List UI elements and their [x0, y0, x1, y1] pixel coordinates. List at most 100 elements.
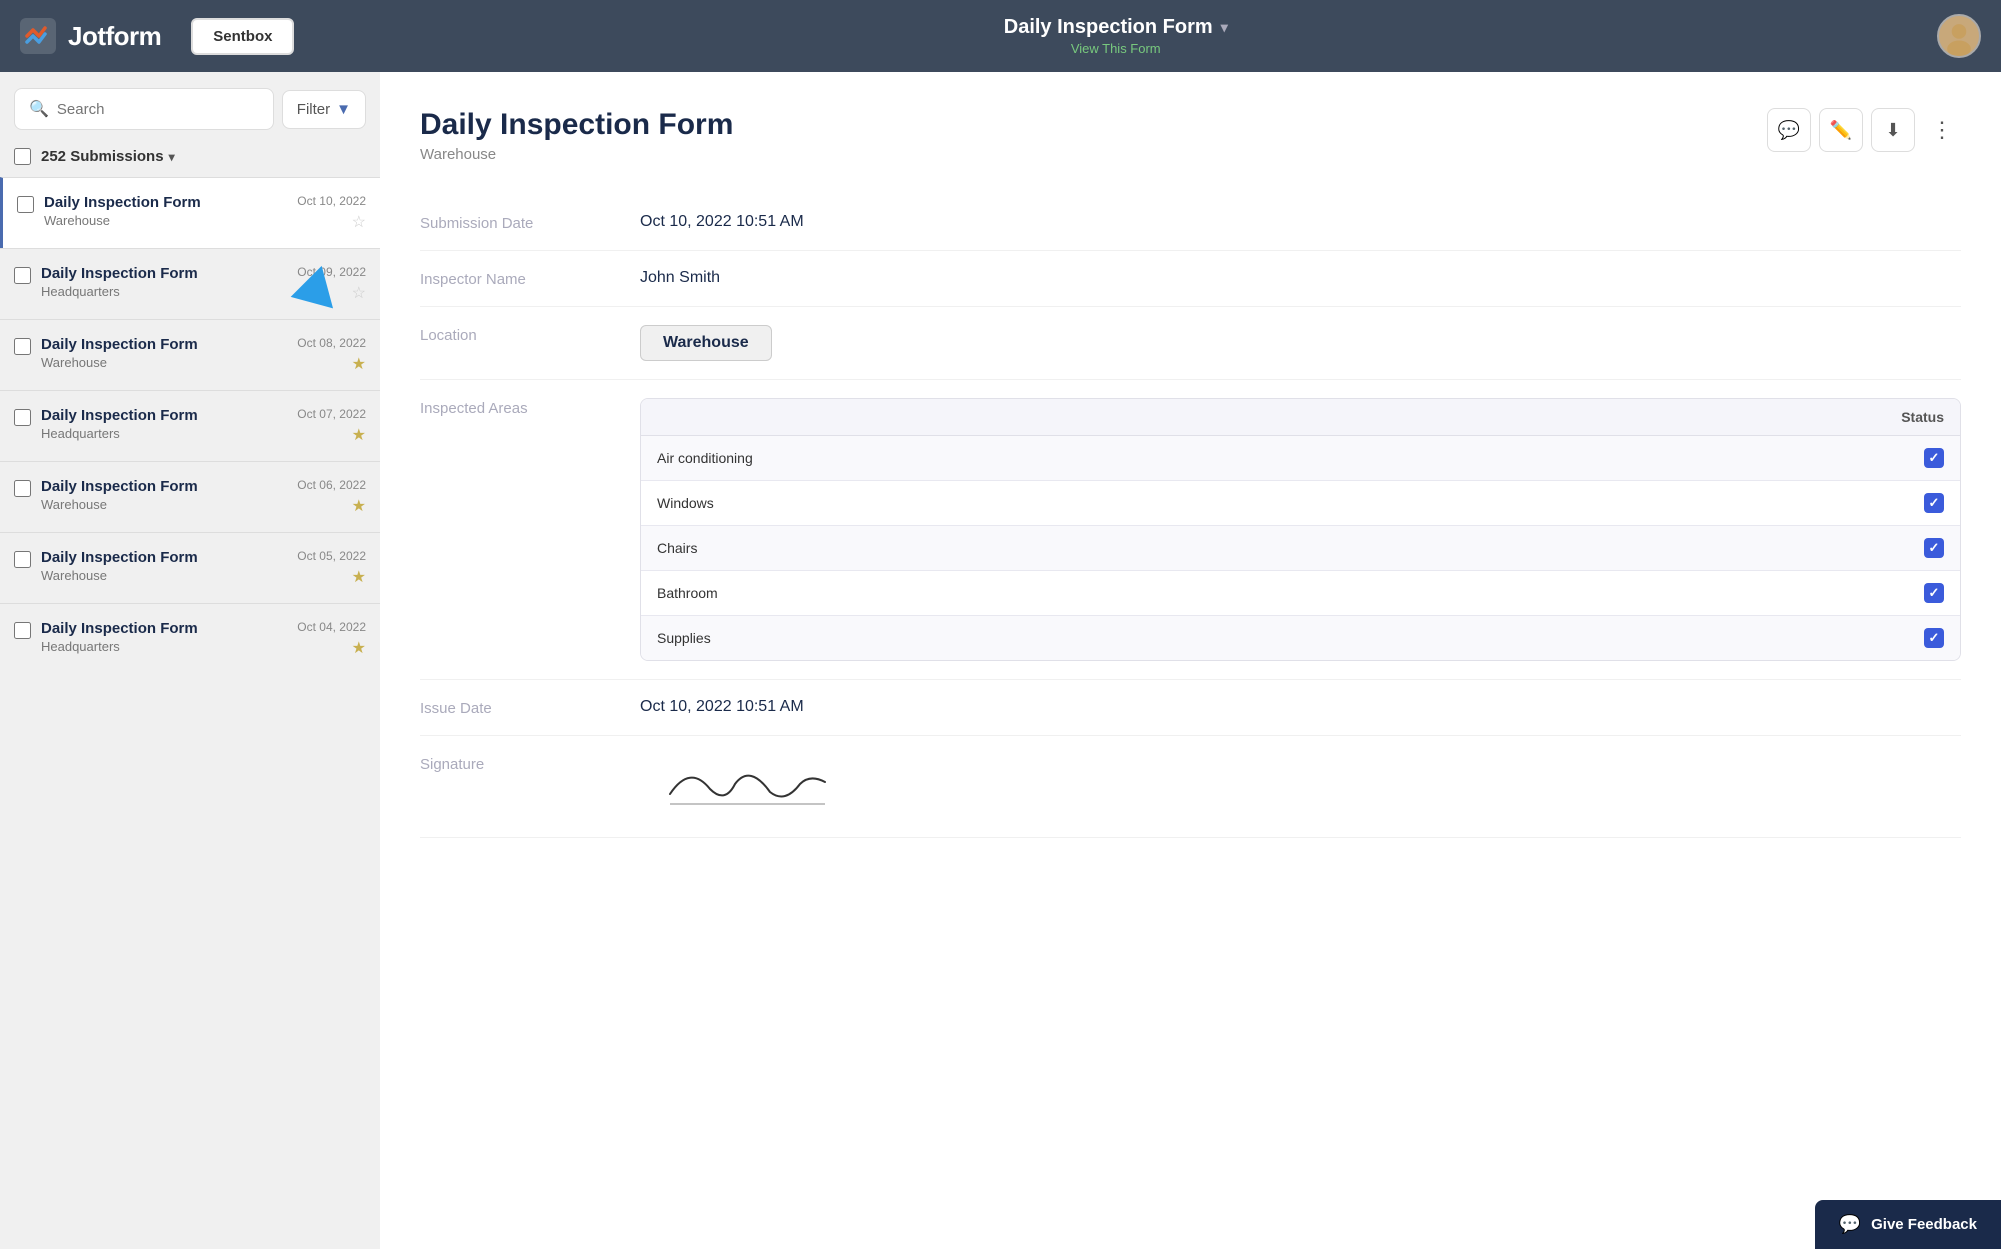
- inspector-name-label: Inspector Name: [420, 269, 640, 288]
- comment-button[interactable]: 💬: [1767, 108, 1811, 152]
- star-icon[interactable]: ★: [352, 496, 366, 516]
- star-icon[interactable]: ☆: [352, 283, 366, 303]
- table-header: Status: [641, 399, 1960, 436]
- header-form-title: Daily Inspection Form ▾: [1004, 16, 1228, 39]
- submission-meta: Oct 10, 2022 ☆: [297, 194, 366, 232]
- feedback-icon: 💬: [1839, 1214, 1861, 1235]
- inspector-name-value: John Smith: [640, 269, 1961, 287]
- filter-label: Filter: [297, 101, 330, 118]
- submission-title: Daily Inspection Form: [41, 549, 287, 566]
- list-item[interactable]: Daily Inspection Form Warehouse Oct 06, …: [0, 461, 380, 532]
- area-checked-icon: [1924, 628, 1944, 648]
- issue-date-field: Issue Date Oct 10, 2022 10:51 AM: [420, 680, 1961, 736]
- location-badge: Warehouse: [640, 325, 772, 361]
- submission-date: Oct 08, 2022: [297, 336, 366, 350]
- location-label: Location: [420, 325, 640, 344]
- sentbox-button[interactable]: Sentbox: [191, 18, 294, 55]
- area-checked-icon: [1924, 538, 1944, 558]
- submission-date: Oct 07, 2022: [297, 407, 366, 421]
- area-checked-icon: [1924, 493, 1944, 513]
- submission-title: Daily Inspection Form: [41, 478, 287, 495]
- status-column-header: Status: [1901, 409, 1944, 425]
- area-name: Windows: [657, 495, 714, 511]
- chevron-down-icon[interactable]: ▾: [1221, 19, 1228, 36]
- star-icon[interactable]: ★: [352, 567, 366, 587]
- submission-checkbox[interactable]: [14, 267, 31, 284]
- list-item[interactable]: Daily Inspection Form Headquarters Oct 0…: [0, 248, 380, 319]
- table-row: Windows: [641, 481, 1960, 526]
- app-header: Jotform Sentbox Daily Inspection Form ▾ …: [0, 0, 2001, 72]
- list-item[interactable]: Daily Inspection Form Headquarters Oct 0…: [0, 390, 380, 461]
- area-name: Supplies: [657, 630, 711, 646]
- submission-title: Daily Inspection Form: [41, 620, 287, 637]
- submission-date: Oct 05, 2022: [297, 549, 366, 563]
- logo-text: Jotform: [68, 21, 161, 52]
- submission-checkbox[interactable]: [14, 338, 31, 355]
- inspected-areas-label: Inspected Areas: [420, 398, 640, 417]
- search-input[interactable]: [57, 101, 259, 118]
- area-checked-icon: [1924, 583, 1944, 603]
- submission-date-field: Submission Date Oct 10, 2022 10:51 AM: [420, 195, 1961, 251]
- search-icon: 🔍: [29, 99, 49, 119]
- submission-date: Oct 10, 2022: [297, 194, 366, 208]
- submission-checkbox[interactable]: [14, 551, 31, 568]
- submission-info: Daily Inspection Form Warehouse: [41, 478, 287, 512]
- signature-field: Signature: [420, 736, 1961, 838]
- star-icon[interactable]: ★: [352, 638, 366, 658]
- submission-info: Daily Inspection Form Warehouse: [41, 549, 287, 583]
- submission-checkbox[interactable]: [14, 480, 31, 497]
- list-item[interactable]: Daily Inspection Form Warehouse Oct 08, …: [0, 319, 380, 390]
- table-row: Bathroom: [641, 571, 1960, 616]
- location-field: Location Warehouse: [420, 307, 1961, 380]
- submissions-count[interactable]: 252 Submissions ▾: [41, 148, 175, 165]
- submission-meta: Oct 05, 2022 ★: [297, 549, 366, 587]
- filter-icon: ▼: [336, 101, 351, 118]
- star-icon[interactable]: ★: [352, 354, 366, 374]
- submission-title: Daily Inspection Form: [41, 407, 287, 424]
- table-row: Supplies: [641, 616, 1960, 660]
- sidebar: 🔍 Filter ▼ 252 Submissions ▾ Dail: [0, 72, 380, 1249]
- list-item[interactable]: Daily Inspection Form Headquarters Oct 0…: [0, 603, 380, 674]
- content-header: Daily Inspection Form Warehouse 💬 ✏️ ⬇ ⋮: [420, 108, 1961, 163]
- submission-meta: Oct 07, 2022 ★: [297, 407, 366, 445]
- user-avatar-image: [1939, 14, 1979, 58]
- submission-date: Oct 04, 2022: [297, 620, 366, 634]
- download-button[interactable]: ⬇: [1871, 108, 1915, 152]
- area-name: Bathroom: [657, 585, 718, 601]
- star-icon[interactable]: ☆: [352, 212, 366, 232]
- edit-button[interactable]: ✏️: [1819, 108, 1863, 152]
- search-box[interactable]: 🔍: [14, 88, 274, 130]
- submissions-header: 252 Submissions ▾: [0, 140, 380, 177]
- chevron-down-icon: ▾: [169, 150, 175, 164]
- area-name: Chairs: [657, 540, 697, 556]
- avatar[interactable]: [1937, 14, 1981, 58]
- submission-meta: Oct 04, 2022 ★: [297, 620, 366, 658]
- submission-checkbox[interactable]: [17, 196, 34, 213]
- more-options-button[interactable]: ⋮: [1923, 113, 1961, 147]
- content-title-area: Daily Inspection Form Warehouse: [420, 108, 733, 163]
- submission-date-value: Oct 10, 2022 10:51 AM: [640, 213, 1961, 231]
- submission-subtitle: Headquarters: [41, 284, 287, 299]
- form-title: Daily Inspection Form: [420, 108, 733, 142]
- submission-checkbox[interactable]: [14, 409, 31, 426]
- filter-button[interactable]: Filter ▼: [282, 90, 366, 129]
- give-feedback-button[interactable]: 💬 Give Feedback: [1815, 1200, 2001, 1249]
- inspected-areas-field: Inspected Areas Status Air conditioning …: [420, 380, 1961, 680]
- area-checked-icon: [1924, 448, 1944, 468]
- submission-date: Oct 06, 2022: [297, 478, 366, 492]
- inspected-areas-table: Status Air conditioning Windows Chairs: [640, 398, 1961, 661]
- form-subtitle: Warehouse: [420, 146, 733, 163]
- submissions-list: Daily Inspection Form Warehouse Oct 10, …: [0, 177, 380, 1249]
- submission-checkbox[interactable]: [14, 622, 31, 639]
- select-all-checkbox[interactable]: [14, 148, 31, 165]
- view-form-link[interactable]: View This Form: [1071, 41, 1161, 56]
- comment-icon: 💬: [1778, 120, 1800, 141]
- signature-label: Signature: [420, 754, 640, 773]
- submission-meta: Oct 08, 2022 ★: [297, 336, 366, 374]
- jotform-logo-icon: [20, 18, 56, 54]
- list-item[interactable]: Daily Inspection Form Warehouse Oct 05, …: [0, 532, 380, 603]
- list-item[interactable]: Daily Inspection Form Warehouse Oct 10, …: [0, 177, 380, 248]
- star-icon[interactable]: ★: [352, 425, 366, 445]
- submission-subtitle: Warehouse: [44, 213, 287, 228]
- submission-subtitle: Warehouse: [41, 568, 287, 583]
